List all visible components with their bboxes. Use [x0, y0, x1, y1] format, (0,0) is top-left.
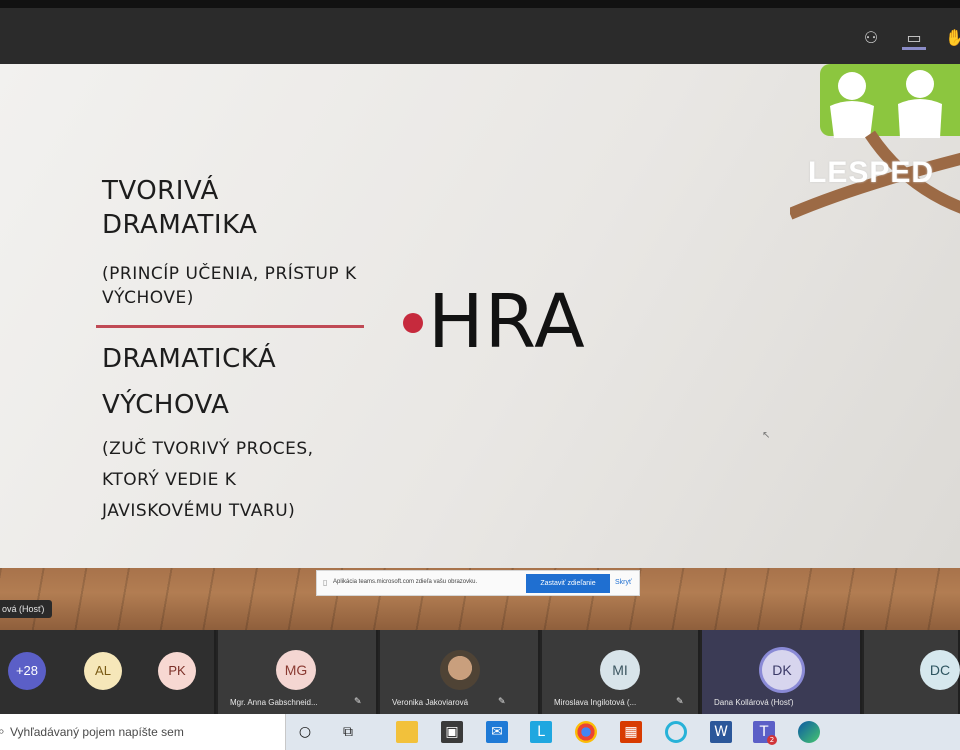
file-explorer-icon[interactable] [396, 721, 418, 743]
participant-name: Dana Kollárová (Hosť) [714, 698, 794, 707]
slide-divider [96, 325, 364, 328]
teams-meeting-window: ‹ ⚇ ▭ ✋ TVORIVÁ DRAMATIKA (PRINCÍP UČENI… [0, 0, 960, 750]
mic-muted-icon: ✎ [354, 697, 362, 707]
photos-icon[interactable] [665, 721, 687, 743]
participant-group-tile[interactable]: +28 AL PK [0, 630, 216, 714]
lesped-logo [790, 64, 960, 220]
cortana-icon[interactable]: ○ [294, 721, 316, 743]
mic-muted-icon: ✎ [498, 697, 506, 707]
mouse-cursor-icon: ↖ [762, 430, 771, 441]
chrome-icon[interactable] [575, 721, 597, 743]
l-app-icon[interactable]: L [530, 721, 552, 743]
participant-photo-veronika [440, 650, 480, 690]
chat-icon[interactable]: ▭ [902, 26, 926, 50]
participant-tile-mg[interactable]: MG Mgr. Anna Gabschneid... ✎ [218, 630, 378, 714]
slide-subtitle-1: (PRINCÍP UČENIA, PRÍSTUP K VÝCHOVE) [102, 264, 357, 308]
participant-tile-mi[interactable]: MI Miroslava Ingilotová (... ✎ [542, 630, 700, 714]
participant-tile-dc[interactable]: DC [864, 630, 960, 714]
participant-avatar-pk[interactable]: PK [158, 652, 196, 690]
participant-avatar-dc: DC [920, 650, 960, 690]
info-icon: ▯ [323, 578, 328, 587]
hide-notice-link[interactable]: Skryť [615, 579, 632, 586]
back-chevron-icon[interactable]: ‹ [0, 26, 6, 50]
red-bullet-icon [403, 313, 423, 333]
participant-tile-dk-speaking[interactable]: DK Dana Kollárová (Hosť) [702, 630, 862, 714]
presenter-name-tag: ová (Hosť) [0, 600, 52, 618]
overflow-participants-avatar[interactable]: +28 [8, 652, 46, 690]
lesped-logo-text: LESPED [808, 156, 935, 189]
office-icon[interactable]: ▦ [620, 721, 642, 743]
participant-avatar-al[interactable]: AL [84, 652, 122, 690]
mic-muted-icon: ✎ [676, 697, 684, 707]
slide-title-dramaticka-vychova: DRAMATICKÁ VÝCHOVA [102, 344, 277, 420]
raise-hand-icon[interactable]: ✋ [943, 26, 960, 50]
sharing-notice-text: Aplikácia teams.microsoft.com zdieľa vaš… [333, 579, 478, 585]
participant-avatar-mi: MI [600, 650, 640, 690]
screen-sharing-notice: ▯ Aplikácia teams.microsoft.com zdieľa v… [316, 570, 640, 596]
store-icon[interactable]: ▣ [441, 721, 463, 743]
participant-name: Miroslava Ingilotová (... [554, 698, 637, 707]
task-view-icon[interactable]: ⧉ [337, 721, 359, 743]
teams-notification-badge: 2 [767, 735, 777, 745]
word-icon[interactable]: W [710, 721, 732, 743]
people-icon[interactable]: ⚇ [859, 26, 883, 50]
slide-subtitle-2: (ZUČ TVORIVÝ PROCES, KTORÝ VEDIE K JAVIS… [102, 439, 314, 521]
taskbar-search-box[interactable]: ⌕ Vyhľadávaný pojem napíšte sem [0, 714, 286, 750]
shared-presentation-slide: TVORIVÁ DRAMATIKA (PRINCÍP UČENIA, PRÍST… [0, 64, 960, 568]
participant-name: Mgr. Anna Gabschneid... [230, 698, 318, 707]
slide-keyword: HRA [428, 279, 586, 365]
mail-icon[interactable]: ✉ [486, 721, 508, 743]
windows-taskbar: ⌕ Vyhľadávaný pojem napíšte sem ○ ⧉ ▣ ✉ … [0, 714, 960, 750]
meeting-toolbar: ‹ ⚇ ▭ ✋ [0, 0, 960, 64]
edge-icon[interactable] [798, 721, 820, 743]
stop-sharing-button[interactable]: Zastaviť zdieľanie [526, 574, 610, 593]
participant-strip: +28 AL PK MG Mgr. Anna Gabschneid... ✎ V… [0, 630, 960, 714]
participant-avatar-mg: MG [276, 650, 316, 690]
slide-title-tvoriva-dramatika: TVORIVÁ DRAMATIKA [102, 176, 258, 240]
search-placeholder: Vyhľadávaný pojem napíšte sem [10, 725, 184, 739]
participant-name: Veronika Jakoviarová [392, 698, 469, 707]
participant-avatar-dk: DK [762, 650, 802, 690]
